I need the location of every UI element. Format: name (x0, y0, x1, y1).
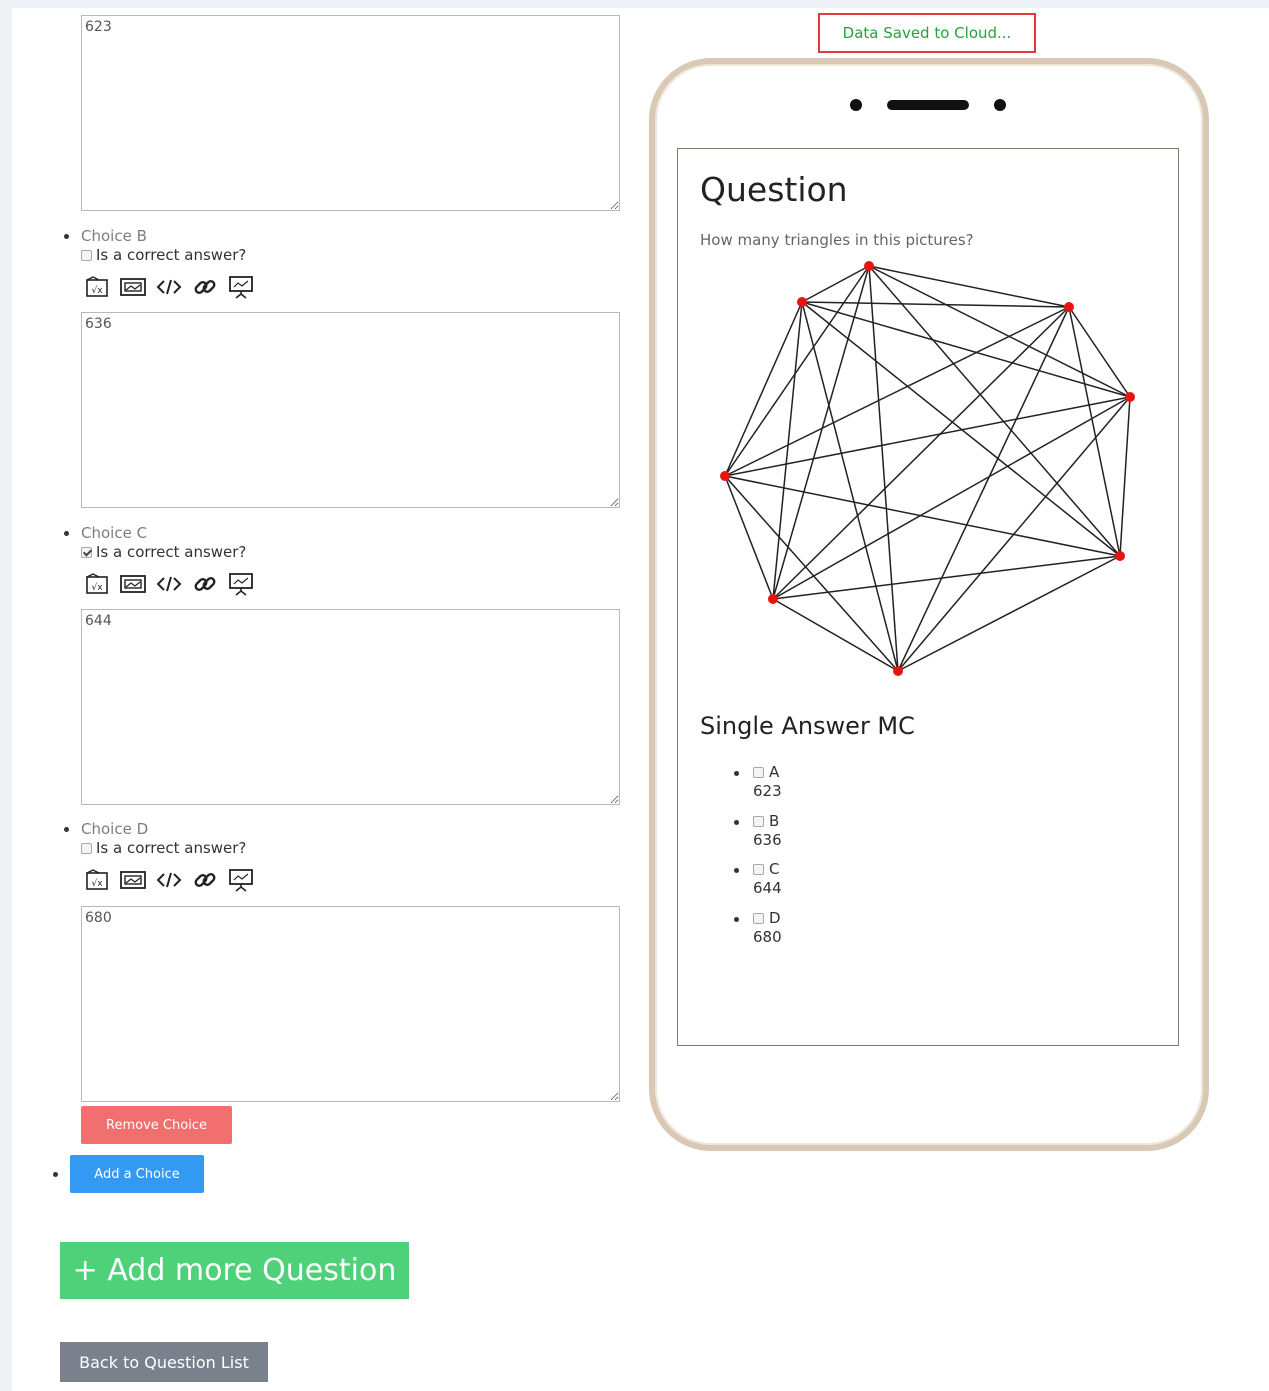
choice-c-label: Choice C (81, 524, 148, 542)
svg-text:√x: √x (91, 285, 103, 296)
choice-d-correct-row: Is a correct answer? (81, 839, 246, 857)
choice-d-toolbar: √x (84, 867, 254, 893)
option-b-value: 636 (753, 831, 782, 849)
preview-question-title: Question (700, 170, 848, 209)
graph-edge (772, 265, 870, 600)
option-a-checkbox[interactable] (753, 766, 764, 778)
link-icon[interactable] (192, 571, 218, 597)
image-icon[interactable] (120, 571, 146, 597)
graph-node (797, 297, 807, 307)
option-a-value: 623 (753, 782, 782, 800)
graph-edge (724, 306, 1070, 477)
graph-node (768, 594, 778, 604)
option-d-letter: D (769, 909, 781, 927)
graph-edge (801, 301, 899, 672)
choice-b-toolbar: √x (84, 274, 254, 300)
choice-b-label: Choice B (81, 227, 147, 245)
choice-b-correct-checkbox[interactable] (81, 249, 92, 261)
svg-text:√x: √x (91, 878, 103, 889)
option-c-letter: C (769, 860, 780, 878)
graph-edge (1119, 396, 1131, 557)
graph-edge (897, 306, 1070, 672)
choice-d-correct-checkbox[interactable] (81, 842, 92, 854)
option-bullet (734, 868, 739, 873)
formula-icon[interactable]: √x (84, 571, 110, 597)
code-icon[interactable] (156, 274, 182, 300)
graph-edge (801, 301, 1131, 398)
option-b-letter: B (769, 812, 780, 830)
choice-c-textarea[interactable] (81, 609, 620, 805)
graph-edge (724, 475, 774, 600)
svg-text:√x: √x (91, 582, 103, 593)
option-bullet (734, 771, 739, 776)
option-c-checkbox[interactable] (753, 863, 764, 875)
presentation-icon[interactable] (228, 867, 254, 893)
choice-c-correct-checkbox[interactable] (81, 546, 92, 558)
choice-b-correct-label: Is a correct answer? (96, 246, 247, 264)
option-d-checkbox[interactable] (753, 912, 764, 924)
option-bullet (734, 917, 739, 922)
graph-node (1115, 551, 1125, 561)
triangle-graph-image (720, 261, 1135, 676)
preview-mc-title: Single Answer MC (700, 712, 915, 740)
graph-node (864, 261, 874, 271)
option-a-letter: A (769, 763, 780, 781)
option-bullet (734, 820, 739, 825)
graph-edge (772, 598, 899, 672)
choice-a-textarea[interactable] (81, 15, 620, 211)
image-icon[interactable] (120, 274, 146, 300)
phone-speaker (887, 100, 969, 110)
choice-d-label: Choice D (81, 820, 149, 838)
link-icon[interactable] (192, 274, 218, 300)
graph-edge (801, 265, 870, 303)
graph-edge (724, 301, 803, 477)
link-icon[interactable] (192, 867, 218, 893)
choice-b-correct-row: Is a correct answer? (81, 246, 246, 264)
graph-node (893, 666, 903, 676)
image-icon[interactable] (120, 867, 146, 893)
code-icon[interactable] (156, 867, 182, 893)
graph-node (720, 471, 730, 481)
preview-question-text: How many triangles in this pictures? (700, 231, 974, 249)
choice-b-textarea[interactable] (81, 312, 620, 508)
graph-edge (868, 265, 899, 672)
choice-d-bullet (64, 827, 69, 832)
formula-icon[interactable]: √x (84, 867, 110, 893)
choice-d-correct-label: Is a correct answer? (96, 839, 247, 857)
graph-edge (724, 265, 870, 477)
back-to-question-list-button[interactable]: Back to Question List (60, 1342, 268, 1382)
choice-c-correct-row: Is a correct answer? (81, 543, 246, 561)
choice-c-toolbar: √x (84, 571, 254, 597)
graph-node (1125, 392, 1135, 402)
formula-icon[interactable]: √x (84, 274, 110, 300)
graph-edge (897, 555, 1121, 672)
add-choice-bullet (53, 1172, 58, 1177)
save-status-badge: Data Saved to Cloud... (818, 13, 1036, 53)
choice-d-textarea[interactable] (81, 906, 620, 1102)
phone-sensor-dot (994, 99, 1006, 111)
presentation-icon[interactable] (228, 571, 254, 597)
graph-edge (772, 555, 1121, 600)
choice-c-bullet (64, 531, 69, 536)
phone-camera-dot (850, 99, 862, 111)
option-d-value: 680 (753, 928, 782, 946)
presentation-icon[interactable] (228, 274, 254, 300)
choice-b-bullet (64, 234, 69, 239)
graph-edge (772, 396, 1131, 600)
code-icon[interactable] (156, 571, 182, 597)
graph-edge (772, 306, 1070, 600)
add-choice-button[interactable]: Add a Choice (70, 1155, 204, 1193)
graph-node (1064, 302, 1074, 312)
add-more-question-button[interactable]: + Add more Question (60, 1242, 409, 1299)
graph-edge (868, 265, 1131, 398)
graph-edge (724, 396, 1131, 477)
choice-c-correct-label: Is a correct answer? (96, 543, 247, 561)
option-c-value: 644 (753, 879, 782, 897)
option-b-checkbox[interactable] (753, 815, 764, 827)
remove-choice-button[interactable]: Remove Choice (81, 1106, 232, 1144)
